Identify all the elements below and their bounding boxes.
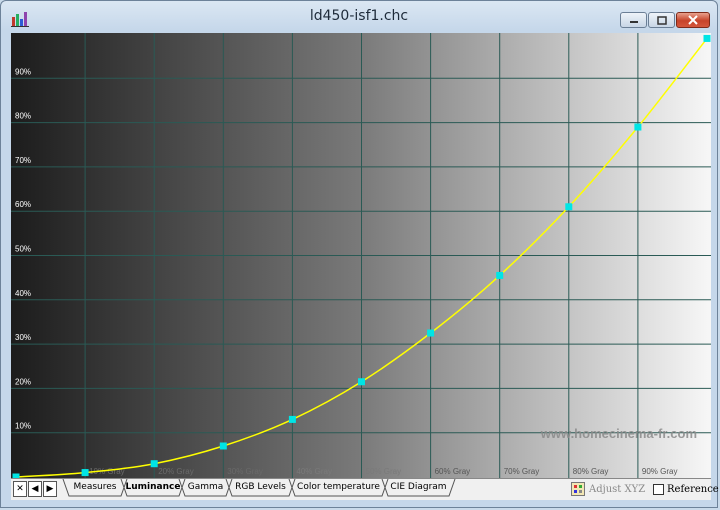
adjust-xyz-option[interactable]: Adjust XYZ xyxy=(571,481,645,497)
y-tick-label: 40% xyxy=(15,289,31,298)
y-tick-label: 30% xyxy=(15,333,31,342)
y-tick-label: 70% xyxy=(15,156,31,165)
y-tick-label: 10% xyxy=(15,422,31,431)
data-point-marker xyxy=(288,415,296,423)
x-tick-label: 20% Gray xyxy=(158,467,194,476)
x-tick-label: 40% Gray xyxy=(296,467,332,476)
x-tick-label: 90% Gray xyxy=(642,467,678,476)
x-tick-label: 30% Gray xyxy=(227,467,263,476)
adjust-xyz-icon xyxy=(571,482,585,496)
data-point-marker xyxy=(427,329,435,337)
window-title: ld450-isf1.chc xyxy=(309,8,409,24)
close-icon: ✕ xyxy=(16,484,24,494)
data-point-marker xyxy=(703,34,711,42)
reference-option[interactable]: Reference xyxy=(653,481,719,497)
luminance-chart: 10%20%30%40%50%60%70%80%90% 10% Gray 20% … xyxy=(11,33,711,478)
x-tick-label: 80% Gray xyxy=(573,467,609,476)
minimize-icon xyxy=(629,21,638,23)
data-point-marker xyxy=(81,469,89,477)
x-tick-label: 50% Gray xyxy=(366,467,402,476)
title-bar[interactable]: ld450-isf1.chc xyxy=(1,1,717,33)
close-button[interactable] xyxy=(676,12,710,28)
arrow-right-icon: ▶ xyxy=(46,484,54,494)
y-tick-label: 50% xyxy=(15,245,31,254)
tab-measures[interactable]: Measures xyxy=(69,479,121,496)
tab-next-button[interactable]: ▶ xyxy=(43,481,57,497)
data-point-marker xyxy=(219,442,227,450)
chart-area: 10% 20% 30% 40% 50% 60% 70% 80% 90% 10% Gray 20% … xyxy=(11,33,711,478)
tab-color-temperature[interactable]: Color temperature xyxy=(295,479,382,496)
arrow-left-icon: ◀ xyxy=(31,484,39,494)
tab-bar: ✕ ◀ ▶ Measures Luminance Gamma RGB Level… xyxy=(11,478,719,500)
x-tick-label: 70% Gray xyxy=(504,467,540,476)
x-tick-label: 60% Gray xyxy=(435,467,471,476)
tab-gamma[interactable]: Gamma xyxy=(185,479,226,496)
maximize-icon xyxy=(656,15,667,25)
watermark: www.homecinema-fr.com xyxy=(540,426,697,441)
y-tick-label: 80% xyxy=(15,112,31,121)
reference-checkbox[interactable] xyxy=(653,483,664,495)
maximize-button[interactable] xyxy=(648,12,675,28)
data-point-marker xyxy=(634,123,642,131)
data-point-marker xyxy=(150,460,158,468)
data-point-marker xyxy=(496,271,504,279)
close-icon xyxy=(688,15,698,25)
adjust-xyz-label: Adjust XYZ xyxy=(589,483,646,495)
y-tick-label: 60% xyxy=(15,200,31,209)
tab-prev-button[interactable]: ◀ xyxy=(28,481,42,497)
x-axis-ticks: 10% Gray 20% Gray 30% Gray 40% Gray 50% Gray… xyxy=(89,467,677,476)
tab-luminance[interactable]: Luminance xyxy=(125,479,181,496)
y-tick-label: 90% xyxy=(15,67,31,76)
data-point-marker xyxy=(565,203,573,211)
reference-label: Reference xyxy=(667,483,719,495)
app-window: ld450-isf1.chc 10% 20% 30% 40% 50% 60% 70% 80% 9… xyxy=(0,0,719,508)
minimize-button[interactable] xyxy=(620,12,647,28)
tab-cie-diagram[interactable]: CIE Diagram xyxy=(388,479,449,496)
data-point-marker xyxy=(358,378,365,386)
y-tick-label: 20% xyxy=(15,377,31,386)
tab-rgb-levels[interactable]: RGB Levels xyxy=(232,479,289,496)
tab-close-button[interactable]: ✕ xyxy=(13,481,27,497)
